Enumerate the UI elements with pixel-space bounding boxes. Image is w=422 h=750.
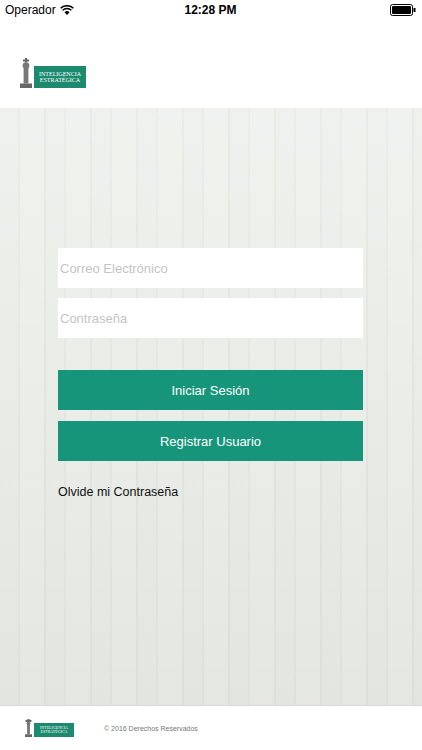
battery-icon (390, 4, 416, 16)
password-input[interactable] (58, 298, 363, 338)
copyright: © 2016 Derechos Reservados (104, 725, 198, 732)
wifi-icon (60, 5, 74, 16)
header: INTELIGENCIA ESTRATÉGICA (0, 20, 422, 108)
logo: INTELIGENCIA ESTRATÉGICA (25, 719, 74, 737)
footer: INTELIGENCIA ESTRATÉGICA © 2016 Derechos … (0, 705, 422, 750)
chess-king-icon (25, 719, 32, 737)
clock: 12:28 PM (184, 3, 236, 17)
forgot-password-link[interactable]: Olvide mi Contraseña (58, 485, 363, 499)
carrier: Operador (5, 3, 56, 17)
logo: INTELIGENCIA ESTRATÉGICA (20, 58, 86, 88)
library-background: Iniciar Sesión Registrar Usuario Olvide mi… (0, 108, 422, 705)
chess-king-icon (20, 58, 32, 88)
email-input[interactable] (58, 248, 363, 288)
login-button[interactable]: Iniciar Sesión (58, 370, 363, 410)
logo-text: INTELIGENCIA ESTRATÉGICA (34, 723, 74, 737)
register-button[interactable]: Registrar Usuario (58, 421, 363, 461)
status-bar: Operador 12:28 PM (0, 0, 422, 20)
logo-text: INTELIGENCIA ESTRATÉGICA (34, 66, 86, 88)
login-form: Iniciar Sesión Registrar Usuario Olvide mi… (0, 108, 363, 499)
